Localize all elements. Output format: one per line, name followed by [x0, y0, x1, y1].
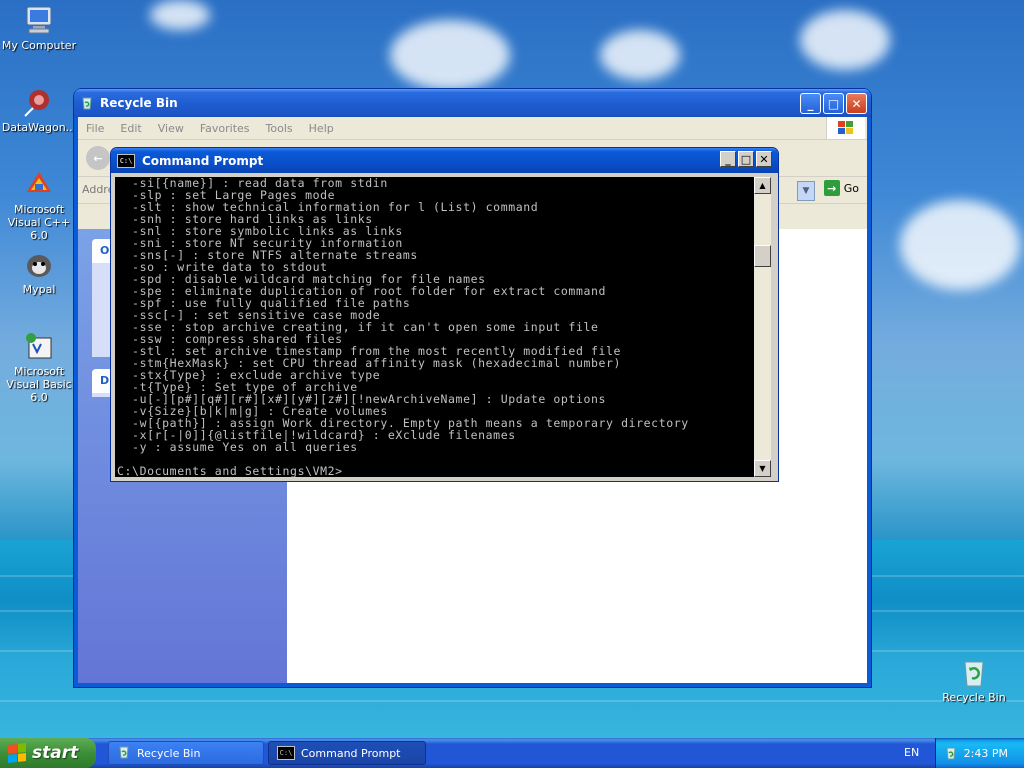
close-button[interactable]: ✕ — [846, 93, 867, 114]
taskbar-button-command-prompt[interactable]: C:\ Command Prompt — [268, 741, 426, 765]
minimize-button[interactable]: _ — [720, 151, 736, 167]
chevron-down-icon: ▼ — [802, 186, 810, 196]
sky-cloud — [900, 200, 1020, 290]
console-output[interactable]: -si[{name}] : read data from stdin -slp … — [115, 177, 754, 477]
language-indicator[interactable]: EN — [904, 738, 919, 768]
desktop-icon-label: Mypal — [22, 283, 56, 296]
go-label: Go — [843, 181, 859, 195]
console-line: C:\Documents and Settings\VM2> — [117, 464, 343, 477]
taskbar-button-recycle-bin[interactable]: Recycle Bin — [108, 741, 264, 765]
taskbar-button-label: Recycle Bin — [137, 746, 201, 760]
start-button[interactable]: start — [0, 738, 96, 768]
menu-item-file[interactable]: File — [86, 122, 104, 135]
taskbar: start Recycle Bin C:\ Command Prompt EN … — [0, 738, 1024, 768]
close-icon: ✕ — [851, 96, 862, 111]
address-dropdown-button[interactable]: ▼ — [797, 181, 815, 201]
menu-item-edit[interactable]: Edit — [120, 122, 141, 135]
explorer-title: Recycle Bin — [100, 96, 178, 110]
desktop-icon-label: Microsoft Visual C++ 6.0 — [7, 203, 71, 242]
menu-item-view[interactable]: View — [158, 122, 184, 135]
desktop-icon-visual-cpp[interactable]: Microsoft Visual C++ 6.0 — [0, 168, 78, 242]
command-prompt-window[interactable]: C:\ Command Prompt _ □ ✕ -si[{name}] : r… — [111, 148, 778, 481]
go-arrow-icon: → — [823, 180, 840, 196]
console-line: -y : assume Yes on all queries — [117, 440, 358, 454]
visual-basic-icon — [23, 330, 55, 362]
recycle-bin-icon — [80, 96, 94, 110]
close-button[interactable]: ✕ — [756, 151, 772, 167]
minimize-icon: _ — [725, 152, 731, 166]
taskbar-button-label: Command Prompt — [301, 746, 401, 760]
ocean-wave — [0, 700, 1024, 702]
back-arrow-icon: ← — [93, 151, 103, 165]
mypal-browser-icon — [23, 248, 55, 280]
explorer-title-bar[interactable]: Recycle Bin _ □ ✕ — [74, 89, 871, 117]
sky-cloud — [800, 10, 890, 70]
desktop-icon-label: Recycle Bin — [942, 691, 1006, 704]
menu-item-tools[interactable]: Tools — [266, 122, 293, 135]
desktop-icon-visual-basic[interactable]: Microsoft Visual Basic 6.0 — [0, 330, 78, 404]
sky-cloud — [390, 20, 510, 90]
menu-item-help[interactable]: Help — [309, 122, 334, 135]
minimize-icon: _ — [807, 96, 814, 111]
maximize-icon: □ — [827, 96, 840, 111]
command-prompt-title: Command Prompt — [142, 153, 264, 168]
windows-logo-icon — [826, 117, 865, 139]
desktop-icon-mypal[interactable]: Mypal — [0, 248, 78, 296]
menu-bar: File Edit View Favorites Tools Help — [78, 117, 867, 140]
recycle-tray-icon[interactable] — [944, 746, 958, 763]
maximize-icon: □ — [740, 152, 752, 166]
maximize-button[interactable]: □ — [823, 93, 844, 114]
scroll-down-button[interactable]: ▼ — [754, 460, 771, 477]
desktop-icon-label: Microsoft Visual Basic 6.0 — [6, 365, 72, 404]
desktop-icon-datawagon[interactable]: DataWagon... — [0, 86, 78, 134]
clock[interactable]: 2:43 PM — [964, 747, 1008, 760]
recycle-bin-icon — [958, 656, 990, 688]
system-tray: 2:43 PM — [935, 738, 1024, 768]
console-text: -si[{name}] : read data from stdin -slp … — [115, 177, 754, 477]
command-prompt-title-bar[interactable]: C:\ Command Prompt _ □ ✕ — [111, 148, 778, 173]
my-computer-icon — [23, 4, 55, 36]
down-arrow-icon: ▼ — [759, 464, 766, 473]
go-button[interactable]: → Go — [823, 180, 859, 196]
sky-cloud — [150, 0, 210, 30]
desktop-icon-recycle-bin[interactable]: Recycle Bin — [935, 656, 1013, 704]
desktop-icon-label: My Computer — [1, 39, 77, 52]
sky-cloud — [600, 30, 680, 80]
windows-flag-icon — [8, 743, 26, 763]
up-arrow-icon: ▲ — [759, 181, 766, 190]
minimize-button[interactable]: _ — [800, 93, 821, 114]
scroll-thumb[interactable] — [754, 245, 771, 267]
command-prompt-icon: C:\ — [277, 746, 295, 760]
desktop-icon-my-computer[interactable]: My Computer — [0, 4, 78, 52]
back-button[interactable]: ← — [86, 146, 110, 170]
menu-item-favorites[interactable]: Favorites — [200, 122, 250, 135]
maximize-button[interactable]: □ — [738, 151, 754, 167]
scroll-up-button[interactable]: ▲ — [754, 177, 771, 194]
address-label: Addre — [82, 183, 115, 196]
recycle-bin-icon — [117, 745, 131, 762]
datawagon-icon — [23, 86, 55, 118]
desktop-icon-label: DataWagon... — [1, 121, 77, 134]
close-icon: ✕ — [759, 152, 769, 166]
visual-cpp-icon — [23, 168, 55, 200]
command-prompt-icon: C:\ — [117, 153, 135, 168]
vertical-scrollbar[interactable]: ▲ ▼ — [754, 177, 771, 477]
start-label: start — [32, 743, 79, 763]
